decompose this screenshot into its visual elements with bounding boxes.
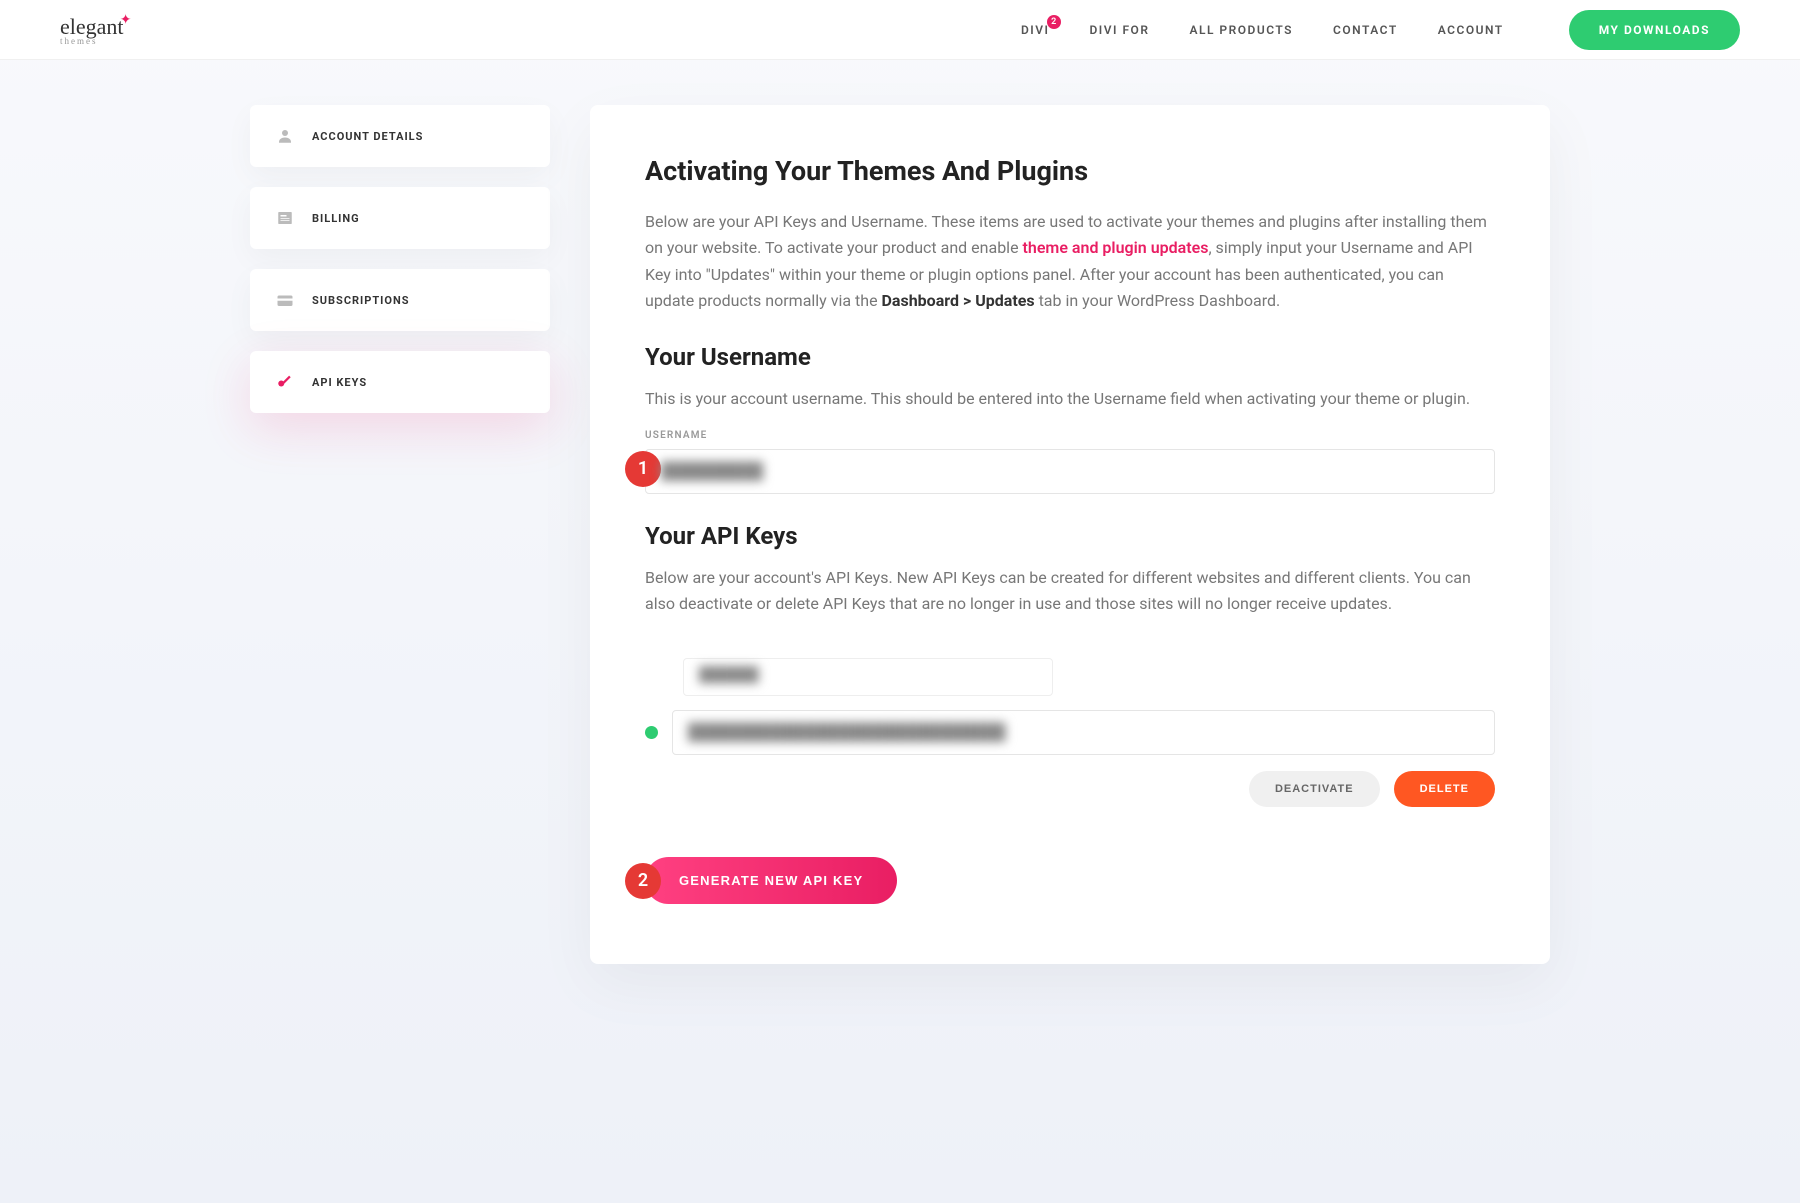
key-icon <box>276 373 294 391</box>
theme-updates-link[interactable]: theme and plugin updates <box>1023 238 1209 257</box>
nav-badge: 2 <box>1047 15 1061 29</box>
dashboard-updates-bold: Dashboard > Updates <box>882 291 1035 310</box>
deactivate-button[interactable]: DEACTIVATE <box>1249 771 1380 807</box>
sidebar: ACCOUNT DETAILS BILLING SUBSCRIPTIONS AP… <box>250 105 550 964</box>
step-1-badge: 1 <box>625 451 661 487</box>
page-title: Activating Your Themes And Plugins <box>645 155 1495 187</box>
logo[interactable]: elegant✦ themes <box>60 14 124 46</box>
sidebar-label-billing: BILLING <box>312 212 360 225</box>
sidebar-item-account[interactable]: ACCOUNT DETAILS <box>250 105 550 167</box>
username-heading: Your Username <box>645 343 1495 371</box>
username-label: USERNAME <box>645 430 1495 441</box>
username-desc: This is your account username. This shou… <box>645 386 1495 412</box>
apikeys-heading: Your API Keys <box>645 522 1495 550</box>
nav-divi-for[interactable]: DIVI FOR <box>1089 23 1149 37</box>
username-input[interactable] <box>645 449 1495 494</box>
container: ACCOUNT DETAILS BILLING SUBSCRIPTIONS AP… <box>250 60 1550 1009</box>
subscriptions-icon <box>276 291 294 309</box>
delete-button[interactable]: DELETE <box>1394 771 1495 807</box>
intro-text: Below are your API Keys and Username. Th… <box>645 209 1495 315</box>
api-key-row: ████████████████████████████ <box>645 710 1495 755</box>
billing-icon <box>276 209 294 227</box>
generate-api-key-button[interactable]: GENERATE NEW API KEY <box>645 857 897 904</box>
nav: DIVI 2 DIVI FOR ALL PRODUCTS CONTACT ACC… <box>1021 10 1740 50</box>
sidebar-item-apikeys[interactable]: API KEYS <box>250 351 550 413</box>
step-2-badge: 2 <box>625 863 661 899</box>
star-icon: ✦ <box>120 12 132 29</box>
sidebar-label-apikeys: API KEYS <box>312 376 367 389</box>
apikeys-desc: Below are your account's API Keys. New A… <box>645 565 1495 618</box>
sidebar-label-account: ACCOUNT DETAILS <box>312 130 423 143</box>
nav-divi[interactable]: DIVI 2 <box>1021 23 1050 37</box>
logo-main: elegant <box>60 14 124 39</box>
user-icon <box>276 127 294 145</box>
sidebar-item-billing[interactable]: BILLING <box>250 187 550 249</box>
header: elegant✦ themes DIVI 2 DIVI FOR ALL PROD… <box>0 0 1800 60</box>
main-panel: Activating Your Themes And Plugins Below… <box>590 105 1550 964</box>
status-active-icon <box>645 726 658 739</box>
my-downloads-button[interactable]: MY DOWNLOADS <box>1569 10 1740 50</box>
nav-all-products[interactable]: ALL PRODUCTS <box>1189 23 1293 37</box>
nav-account[interactable]: ACCOUNT <box>1438 23 1504 37</box>
sidebar-item-subscriptions[interactable]: SUBSCRIPTIONS <box>250 269 550 331</box>
api-actions: DEACTIVATE DELETE <box>645 771 1495 807</box>
nav-contact[interactable]: CONTACT <box>1333 23 1398 37</box>
sidebar-label-subscriptions: SUBSCRIPTIONS <box>312 294 410 307</box>
